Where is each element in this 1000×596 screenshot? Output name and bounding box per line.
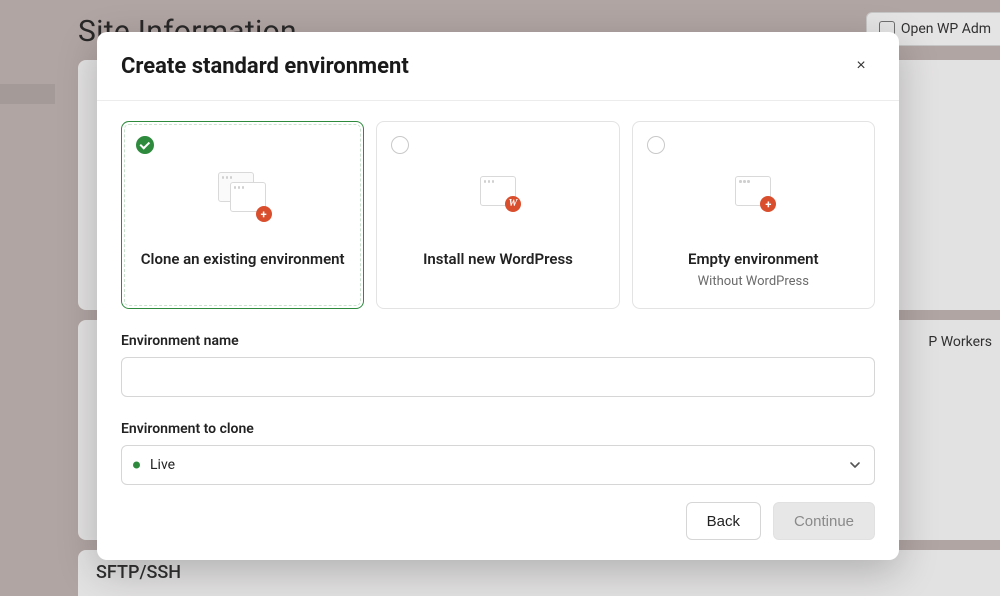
environment-to-clone-label: Environment to clone xyxy=(121,421,875,437)
chevron-down-icon xyxy=(849,459,861,471)
modal-title: Create standard environment xyxy=(121,54,409,79)
modal-header: Create standard environment × xyxy=(97,32,899,101)
option-subtitle: Without WordPress xyxy=(698,274,809,289)
option-install-wordpress[interactable]: W Install new WordPress xyxy=(376,121,619,309)
radio-unselected-icon xyxy=(647,136,665,154)
option-clone-existing[interactable]: + Clone an existing environment xyxy=(121,121,364,309)
close-icon: × xyxy=(856,57,865,75)
plus-badge-icon: + xyxy=(760,196,776,212)
back-button[interactable]: Back xyxy=(686,502,761,540)
continue-button[interactable]: Continue xyxy=(773,502,875,540)
option-title: Empty environment xyxy=(688,250,819,268)
radio-selected-icon xyxy=(136,136,154,154)
environment-name-input[interactable] xyxy=(121,357,875,397)
environment-to-clone-select[interactable]: Live xyxy=(121,445,875,485)
environment-to-clone-select-wrap: Live xyxy=(121,445,875,485)
plus-badge-icon: + xyxy=(256,206,272,222)
selected-environment-label: Live xyxy=(150,457,175,473)
status-dot-icon xyxy=(133,462,140,469)
wordpress-icon: W xyxy=(473,172,523,218)
modal-body: + Clone an existing environment W Instal… xyxy=(97,101,899,485)
environment-to-clone-field: Environment to clone Live xyxy=(121,421,875,485)
empty-env-icon: + xyxy=(728,172,778,218)
option-title: Clone an existing environment xyxy=(141,250,345,268)
environment-type-options: + Clone an existing environment W Instal… xyxy=(121,121,875,309)
wordpress-badge-icon: W xyxy=(505,196,521,212)
environment-name-label: Environment name xyxy=(121,333,875,349)
create-environment-modal: Create standard environment × + Clone an… xyxy=(97,32,899,560)
continue-button-label: Continue xyxy=(794,513,854,530)
option-title: Install new WordPress xyxy=(423,250,573,268)
environment-name-field: Environment name xyxy=(121,333,875,397)
modal-footer: Back Continue xyxy=(97,485,899,560)
close-button[interactable]: × xyxy=(847,52,875,80)
clone-icon: + xyxy=(218,172,268,218)
radio-unselected-icon xyxy=(391,136,409,154)
option-empty-environment[interactable]: + Empty environment Without WordPress xyxy=(632,121,875,309)
back-button-label: Back xyxy=(707,513,740,530)
